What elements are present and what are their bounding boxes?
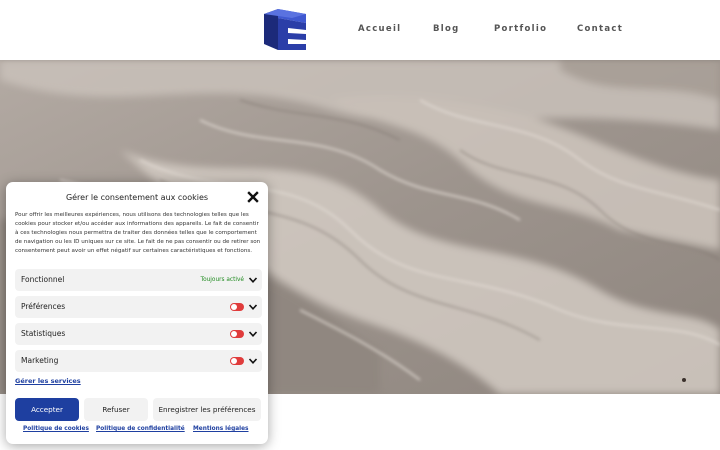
category-label: Fonctionnel <box>21 275 65 284</box>
cookie-consent-banner: Gérer le consentement aux cookies Pour o… <box>6 182 268 444</box>
chevron-down-icon <box>248 304 258 310</box>
category-statistiques[interactable]: Statistiques <box>15 323 262 345</box>
cookie-policy-link[interactable]: Politique de cookies <box>23 426 89 432</box>
close-icon <box>247 191 259 203</box>
chevron-down-icon <box>248 331 258 337</box>
accept-button[interactable]: Accepter <box>15 398 79 421</box>
toggle-knob <box>231 331 237 337</box>
close-button[interactable] <box>245 189 261 205</box>
policy-links: Politique de cookies Politique de confid… <box>6 426 268 438</box>
category-marketing[interactable]: Marketing <box>15 350 262 372</box>
save-preferences-button[interactable]: Enregistrer les préférences <box>153 398 261 421</box>
nav-item-accueil[interactable]: Accueil <box>358 24 401 34</box>
category-label: Statistiques <box>21 329 66 338</box>
cookie-banner-description: Pour offrir les meilleures expériences, … <box>15 212 261 254</box>
privacy-policy-link[interactable]: Politique de confidentialité <box>96 426 185 432</box>
chevron-down-icon <box>248 277 258 283</box>
marketing-toggle[interactable] <box>230 357 244 365</box>
manage-services-link[interactable]: Gérer les services <box>15 377 81 385</box>
main-nav: Accueil Blog Portfolio Contact <box>0 24 720 38</box>
chevron-down-icon <box>248 358 258 364</box>
preferences-toggle[interactable] <box>230 303 244 311</box>
always-active-status: Toujours activé <box>200 277 244 283</box>
toggle-knob <box>231 358 237 364</box>
legal-notice-link[interactable]: Mentions légales <box>193 426 249 432</box>
category-label: Marketing <box>21 356 59 365</box>
refuse-button[interactable]: Refuser <box>84 398 148 421</box>
nav-item-portfolio[interactable]: Portfolio <box>494 24 547 34</box>
category-fonctionnel[interactable]: Fonctionnel Toujours activé <box>15 269 262 291</box>
nav-item-contact[interactable]: Contact <box>577 24 623 34</box>
nav-item-blog[interactable]: Blog <box>433 24 460 34</box>
category-preferences[interactable]: Préférences <box>15 296 262 318</box>
toggle-knob <box>231 304 237 310</box>
site-header: Accueil Blog Portfolio Contact <box>0 0 720 60</box>
cookie-banner-title: Gérer le consentement aux cookies <box>65 193 209 202</box>
statistics-toggle[interactable] <box>230 330 244 338</box>
category-label: Préférences <box>21 302 66 311</box>
